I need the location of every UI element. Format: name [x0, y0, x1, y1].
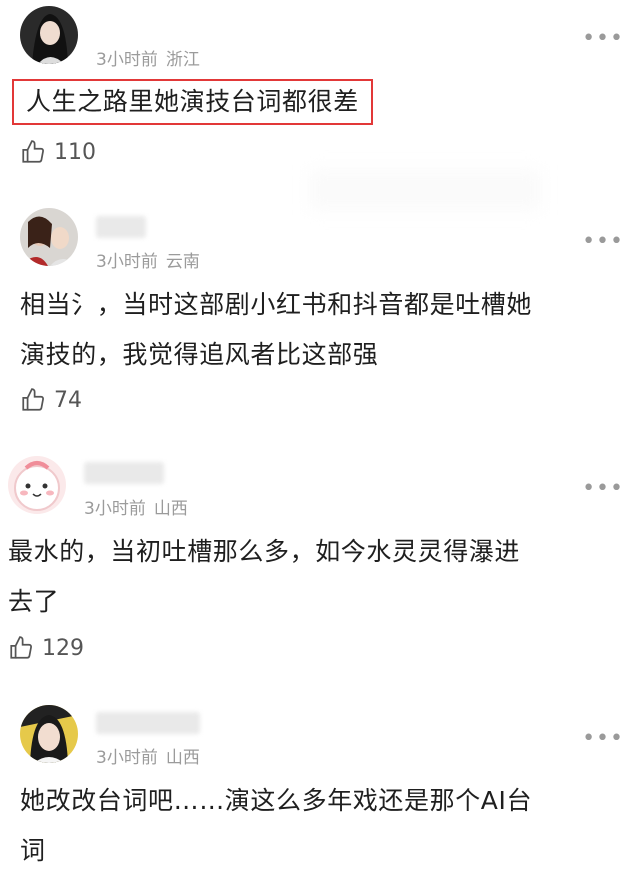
- username-blurred[interactable]: [96, 712, 200, 734]
- comment-time: 3小时前: [96, 252, 158, 272]
- comment-time: 3小时前: [84, 499, 146, 519]
- username-blurred[interactable]: [84, 462, 164, 484]
- like-count: 129: [42, 635, 84, 661]
- highlighted-text: 人生之路里她演技台词都很差: [12, 79, 373, 125]
- like-count: 110: [54, 139, 96, 165]
- comment-meta: 3小时前 山西: [84, 494, 188, 519]
- like-button[interactable]: 74: [20, 387, 82, 413]
- more-dots-icon[interactable]: •••: [582, 728, 624, 750]
- comment-text-line: 去了: [8, 587, 60, 616]
- comment-text-line: 演技的，我觉得追风者比这部强: [20, 340, 379, 369]
- thumb-up-icon: [10, 636, 32, 659]
- thumb-up-icon: [22, 388, 44, 411]
- comment-time: 3小时前: [96, 50, 158, 70]
- more-dots-icon[interactable]: •••: [582, 28, 624, 50]
- comment-text: 她改改台词吧……演这么多年戏还是那个AI台 词: [20, 776, 532, 876]
- comment-text-line: 词: [20, 836, 46, 865]
- like-count: 74: [54, 387, 82, 413]
- more-dots-icon[interactable]: •••: [582, 478, 624, 500]
- comment-meta: 3小时前 山西: [96, 743, 200, 768]
- username-blurred[interactable]: [96, 216, 146, 238]
- comment-meta: 3小时前 云南: [96, 247, 200, 272]
- comment-location: 云南: [165, 252, 200, 272]
- thumb-up-icon: [22, 140, 44, 163]
- comment-text: 人生之路里她演技台词都很差: [12, 79, 373, 125]
- background-smudge: [310, 170, 540, 210]
- like-button[interactable]: 110: [20, 139, 96, 165]
- comment-text-line: 最水的，当初吐槽那么多，如今水灵灵得瀑进: [8, 537, 521, 566]
- comment-text-line: 相当氵，当时这部剧小红书和抖音都是吐槽她: [20, 290, 533, 319]
- comment-text: 相当氵，当时这部剧小红书和抖音都是吐槽她 演技的，我觉得追风者比这部强: [20, 280, 532, 380]
- avatar[interactable]: [20, 705, 78, 763]
- comment-text: 最水的，当初吐槽那么多，如今水灵灵得瀑进 去了: [8, 527, 520, 627]
- comment-location: 山西: [165, 748, 200, 768]
- comment-time: 3小时前: [96, 748, 158, 768]
- avatar[interactable]: [20, 6, 78, 64]
- comment-text-line: 她改改台词吧……演这么多年戏还是那个AI台: [20, 786, 533, 815]
- avatar[interactable]: [20, 208, 78, 266]
- comment-meta: 3小时前 浙江: [96, 45, 200, 70]
- more-dots-icon[interactable]: •••: [582, 231, 624, 253]
- like-button[interactable]: 129: [8, 635, 84, 661]
- avatar[interactable]: [8, 456, 66, 514]
- comment-location: 浙江: [165, 50, 200, 70]
- comment-location: 山西: [153, 499, 188, 519]
